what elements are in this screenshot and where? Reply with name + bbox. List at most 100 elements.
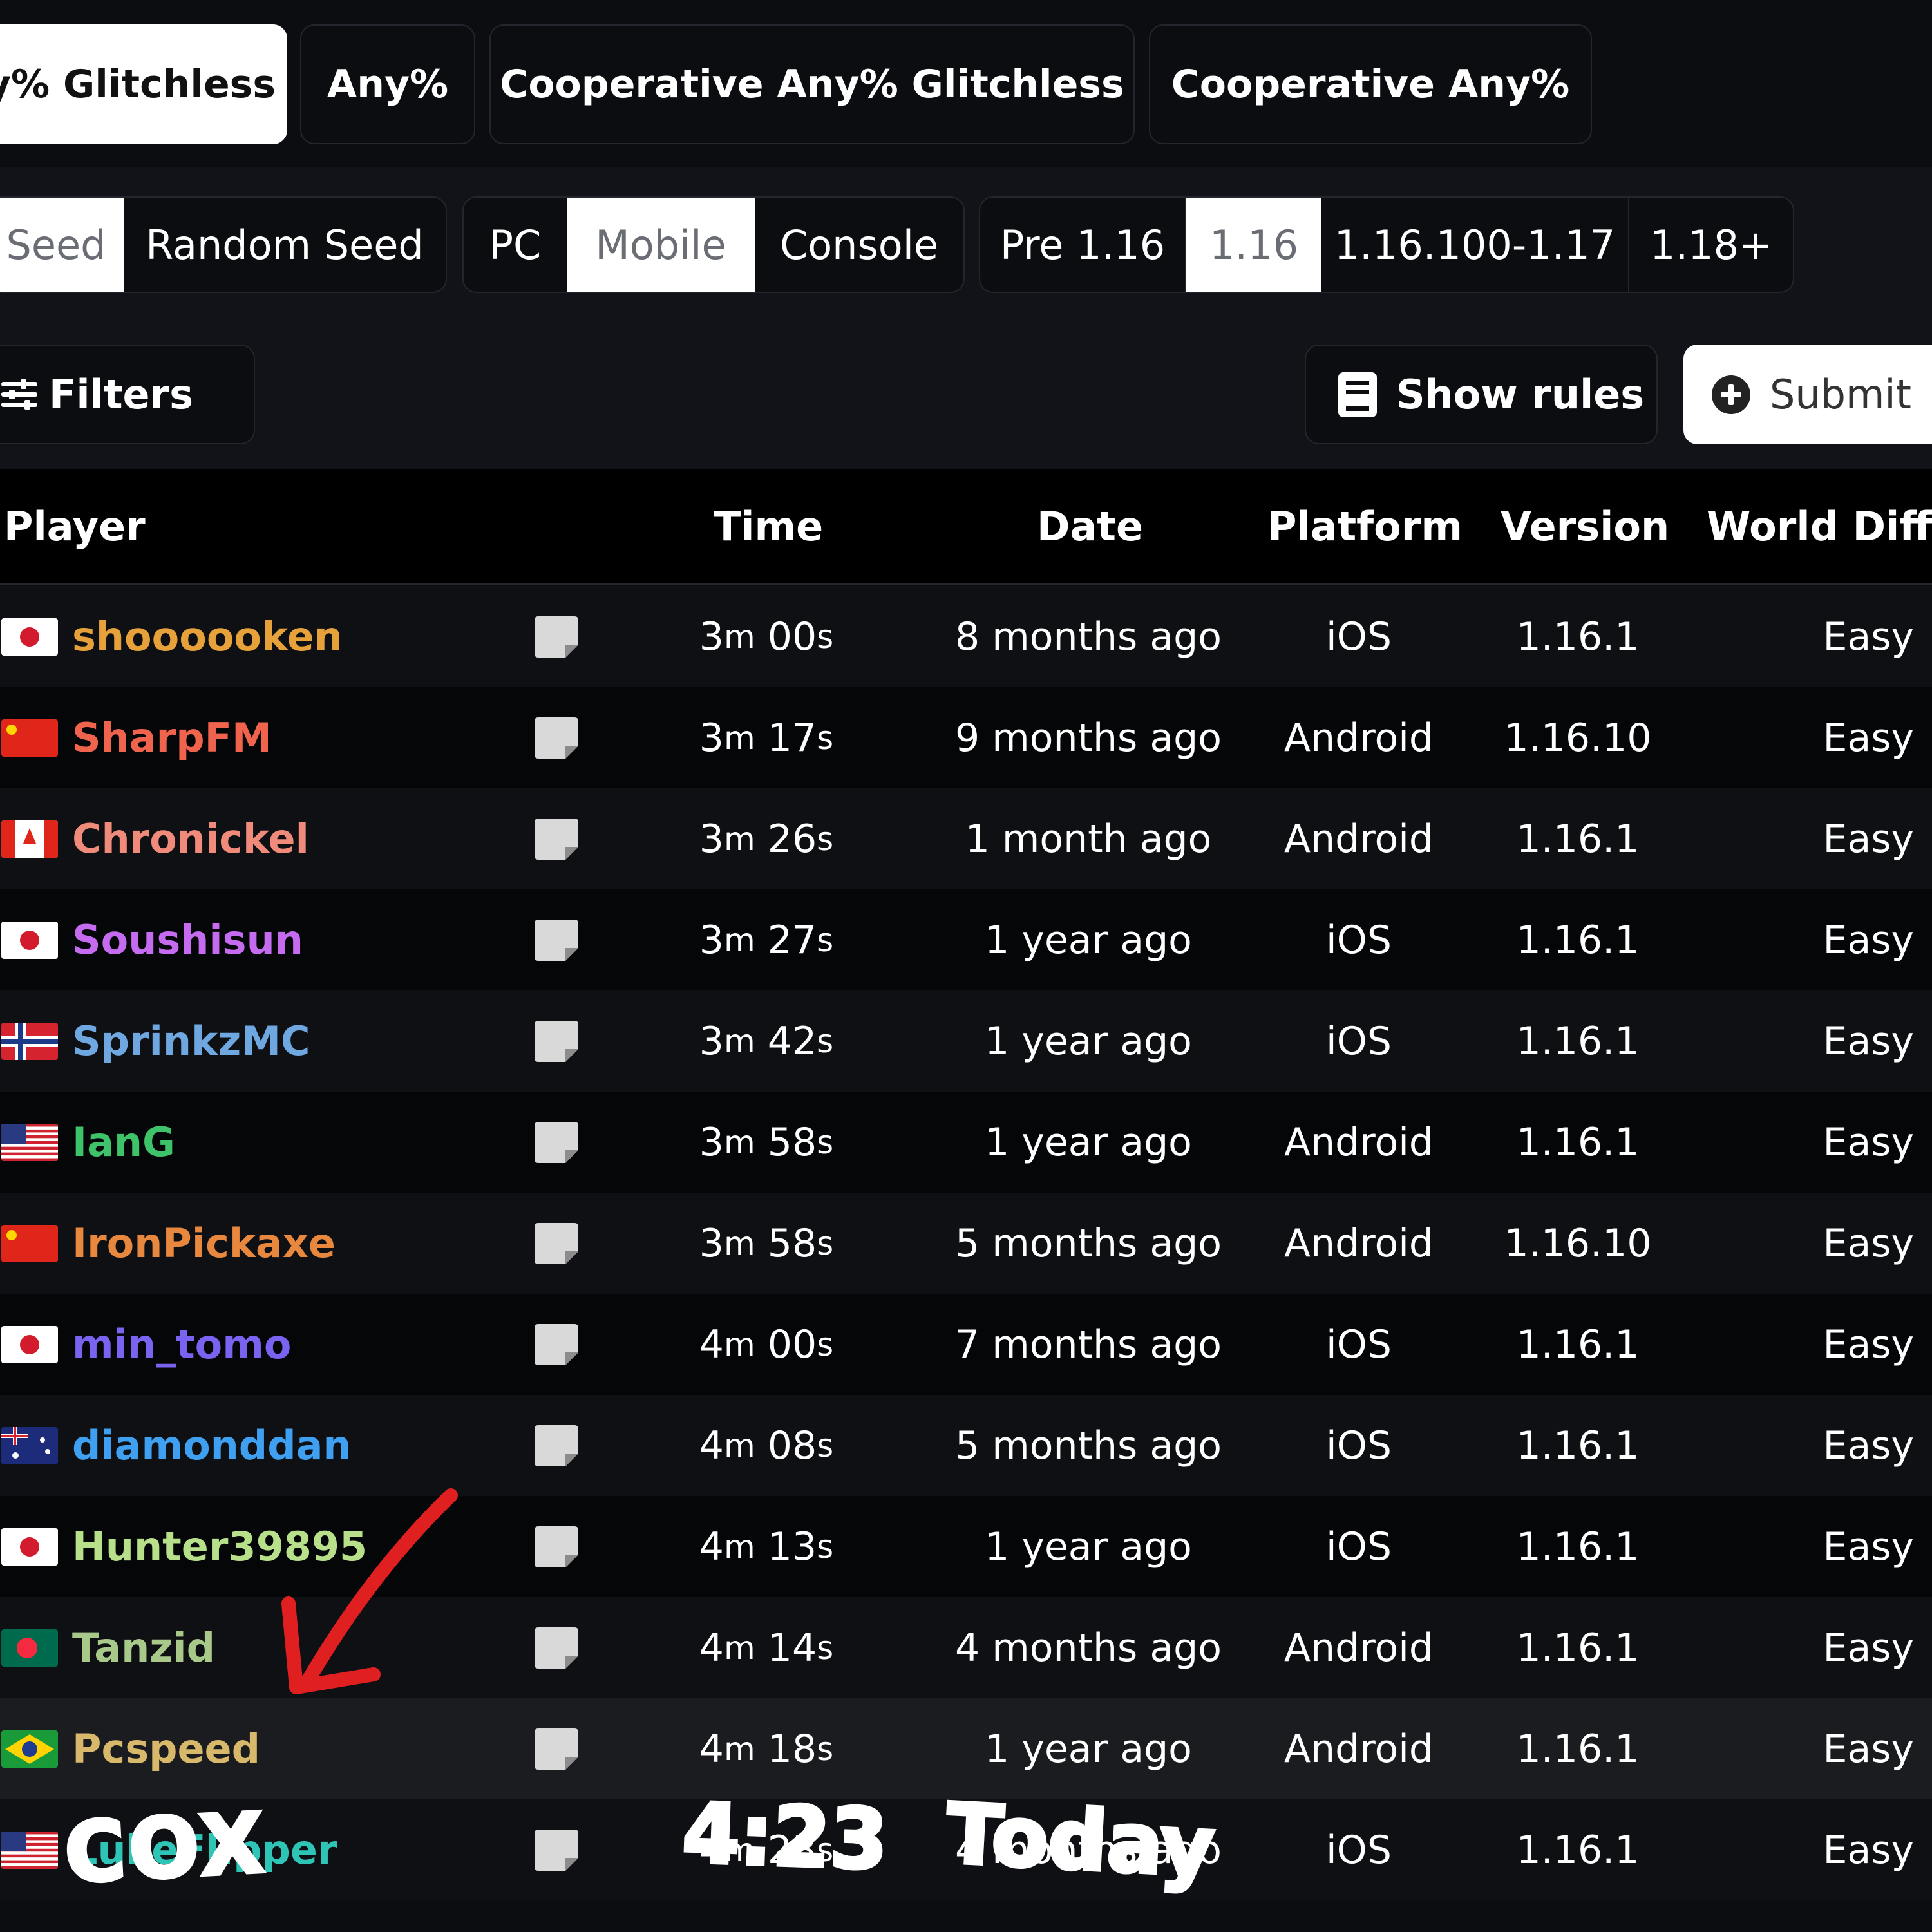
run-notes-icon[interactable] xyxy=(535,616,578,658)
run-time: 3m 27 s xyxy=(699,917,834,963)
table-row[interactable]: SharpFM 3 m 17 s 9 months ago Android 1.16.10 E… xyxy=(0,687,1932,788)
tab-cooperative-any[interactable]: Cooperative Any% xyxy=(1149,24,1592,144)
country-flag-icon xyxy=(1,1326,58,1363)
column-header-date[interactable]: Date xyxy=(1037,469,1143,583)
submit-run-button[interactable]: Submit xyxy=(1683,345,1932,444)
player-name-link[interactable]: shoooooken xyxy=(72,586,343,687)
run-date: 5 months ago xyxy=(955,1220,1222,1266)
country-flag-icon xyxy=(1,922,58,959)
filters-button[interactable]: Filters xyxy=(0,345,255,444)
run-platform: iOS xyxy=(1326,1018,1392,1064)
country-flag-icon xyxy=(1,1528,58,1566)
player-name-link[interactable]: SharpFM xyxy=(72,687,272,788)
run-date: 4 months ago xyxy=(955,1625,1222,1671)
version-option-1-16-100-1-17[interactable]: 1.16.100-1.17 xyxy=(1321,198,1629,292)
show-rules-button[interactable]: Show rules xyxy=(1305,345,1658,444)
player-name-link[interactable]: Chronickel xyxy=(72,788,309,889)
run-notes-icon[interactable] xyxy=(535,819,578,860)
tab-any-glitchless[interactable]: y% Glitchless xyxy=(0,24,287,144)
run-notes-icon[interactable] xyxy=(535,920,578,961)
run-difficulty: Easy xyxy=(1823,1119,1914,1165)
player-name-link[interactable]: Pcspeed xyxy=(72,1698,260,1799)
run-platform: Android xyxy=(1284,1220,1434,1266)
run-platform: iOS xyxy=(1326,614,1392,659)
run-difficulty: Easy xyxy=(1823,1321,1914,1367)
run-difficulty: Easy xyxy=(1823,614,1914,659)
player-name-link[interactable]: diamonddan xyxy=(72,1395,352,1496)
platform-option-pc[interactable]: PC xyxy=(464,198,567,292)
run-version: 1.16.10 xyxy=(1504,715,1652,761)
version-option-pre-1-16[interactable]: Pre 1.16 xyxy=(980,198,1186,292)
table-row[interactable]: shoooooken 3 m 00 s 8 months ago iOS 1.16.1 Eas… xyxy=(0,586,1932,687)
scribble-time-annotation: 4:23 xyxy=(679,1783,891,1890)
run-date: 9 months ago xyxy=(955,715,1222,761)
column-header-platform[interactable]: Platform xyxy=(1267,469,1463,583)
sliders-icon xyxy=(1,379,37,410)
country-flag-icon xyxy=(1,1124,58,1161)
run-notes-icon[interactable] xyxy=(535,1122,578,1163)
scribble-date-annotation: Today xyxy=(942,1784,1218,1898)
table-row[interactable]: Chronickel 3 m 26 s 1 month ago Android 1.16.1… xyxy=(0,788,1932,889)
run-version: 1.16.1 xyxy=(1516,614,1640,659)
table-row[interactable]: diamonddan 4 m 08 s 5 months ago iOS 1.16.1 Eas… xyxy=(0,1395,1932,1496)
player-name-link[interactable]: IanG xyxy=(72,1092,175,1193)
run-difficulty: Easy xyxy=(1823,1220,1914,1266)
version-filter: Pre 1.16 1.16 1.16.100-1.17 1.18+ xyxy=(979,196,1794,293)
table-row[interactable]: Hunter39895 4 m 13 s 1 year ago iOS 1.16.1 Easy xyxy=(0,1496,1932,1597)
run-time: 4m 08 s xyxy=(699,1423,834,1468)
country-flag-icon xyxy=(1,1427,58,1464)
table-row[interactable]: SprinkzMC 3 m 42 s 1 year ago iOS 1.16.1 Easy xyxy=(0,990,1932,1092)
player-name-link[interactable]: SprinkzMC xyxy=(72,990,310,1092)
player-name-link[interactable]: IronPickaxe xyxy=(72,1193,336,1294)
player-name-link[interactable]: Tanzid xyxy=(72,1597,215,1698)
version-option-1-16[interactable]: 1.16 xyxy=(1186,198,1321,292)
tab-any[interactable]: Any% xyxy=(300,24,475,144)
table-row[interactable]: Soushisun 3 m 27 s 1 year ago iOS 1.16.1 Easy xyxy=(0,889,1932,990)
run-notes-icon[interactable] xyxy=(535,1627,578,1669)
run-time: 3m 00 s xyxy=(699,614,834,659)
tab-cooperative-any-glitchless[interactable]: Cooperative Any% Glitchless xyxy=(489,24,1135,144)
table-row[interactable]: Pcspeed 4 m 18 s 1 year ago Android 1.16.1 Easy xyxy=(0,1698,1932,1799)
run-notes-icon[interactable] xyxy=(535,717,578,759)
run-time: 3m 17 s xyxy=(699,715,834,761)
player-name-link[interactable]: Soushisun xyxy=(72,889,303,990)
run-platform: Android xyxy=(1284,816,1434,862)
run-platform: iOS xyxy=(1326,1321,1392,1367)
run-difficulty: Easy xyxy=(1823,715,1914,761)
table-row[interactable]: min_tomo 4 m 00 s 7 months ago iOS 1.16.1 Easy xyxy=(0,1294,1932,1395)
run-time: 3m 58 s xyxy=(699,1220,834,1266)
platform-option-mobile[interactable]: Mobile xyxy=(567,198,755,292)
version-option-1-18-plus[interactable]: 1.18+ xyxy=(1629,198,1793,292)
run-notes-icon[interactable] xyxy=(535,1021,578,1062)
run-notes-icon[interactable] xyxy=(535,1728,578,1770)
seed-option-random-seed[interactable]: Random Seed xyxy=(124,198,446,292)
country-flag-icon xyxy=(1,719,58,757)
column-header-time[interactable]: Time xyxy=(714,469,823,583)
run-date: 7 months ago xyxy=(955,1321,1222,1367)
table-row[interactable]: IronPickaxe 3 m 58 s 5 months ago Android 1.16… xyxy=(0,1193,1932,1294)
seed-option-set-seed[interactable]: Seed xyxy=(0,198,124,292)
run-notes-icon[interactable] xyxy=(535,1830,578,1871)
run-notes-icon[interactable] xyxy=(535,1223,578,1264)
player-name-link[interactable]: min_tomo xyxy=(72,1294,291,1395)
run-notes-icon[interactable] xyxy=(535,1526,578,1567)
run-platform: iOS xyxy=(1326,1524,1392,1569)
country-flag-icon xyxy=(1,1629,58,1667)
run-version: 1.16.1 xyxy=(1516,816,1640,862)
run-difficulty: Easy xyxy=(1823,816,1914,862)
run-time: 3m 26 s xyxy=(699,816,834,862)
platform-option-console[interactable]: Console xyxy=(755,198,963,292)
run-notes-icon[interactable] xyxy=(535,1425,578,1466)
book-icon xyxy=(1338,372,1377,417)
column-header-version[interactable]: Version xyxy=(1501,469,1669,583)
run-time: 3m 42 s xyxy=(699,1018,834,1064)
column-header-player[interactable]: Player xyxy=(4,469,146,583)
table-row[interactable]: IanG 3 m 58 s 1 year ago Android 1.16.1 Easy xyxy=(0,1092,1932,1193)
run-time: 4m 18 s xyxy=(699,1726,834,1772)
country-flag-icon xyxy=(1,1023,58,1060)
player-name-link[interactable]: Hunter39895 xyxy=(72,1496,367,1597)
column-header-world-difficulty[interactable]: World Diffi xyxy=(1707,469,1932,583)
table-row[interactable]: Tanzid 4 m 14 s 4 months ago Android 1.16.1 Eas… xyxy=(0,1597,1932,1698)
run-notes-icon[interactable] xyxy=(535,1324,578,1365)
run-time: 4m 13 s xyxy=(699,1524,834,1569)
